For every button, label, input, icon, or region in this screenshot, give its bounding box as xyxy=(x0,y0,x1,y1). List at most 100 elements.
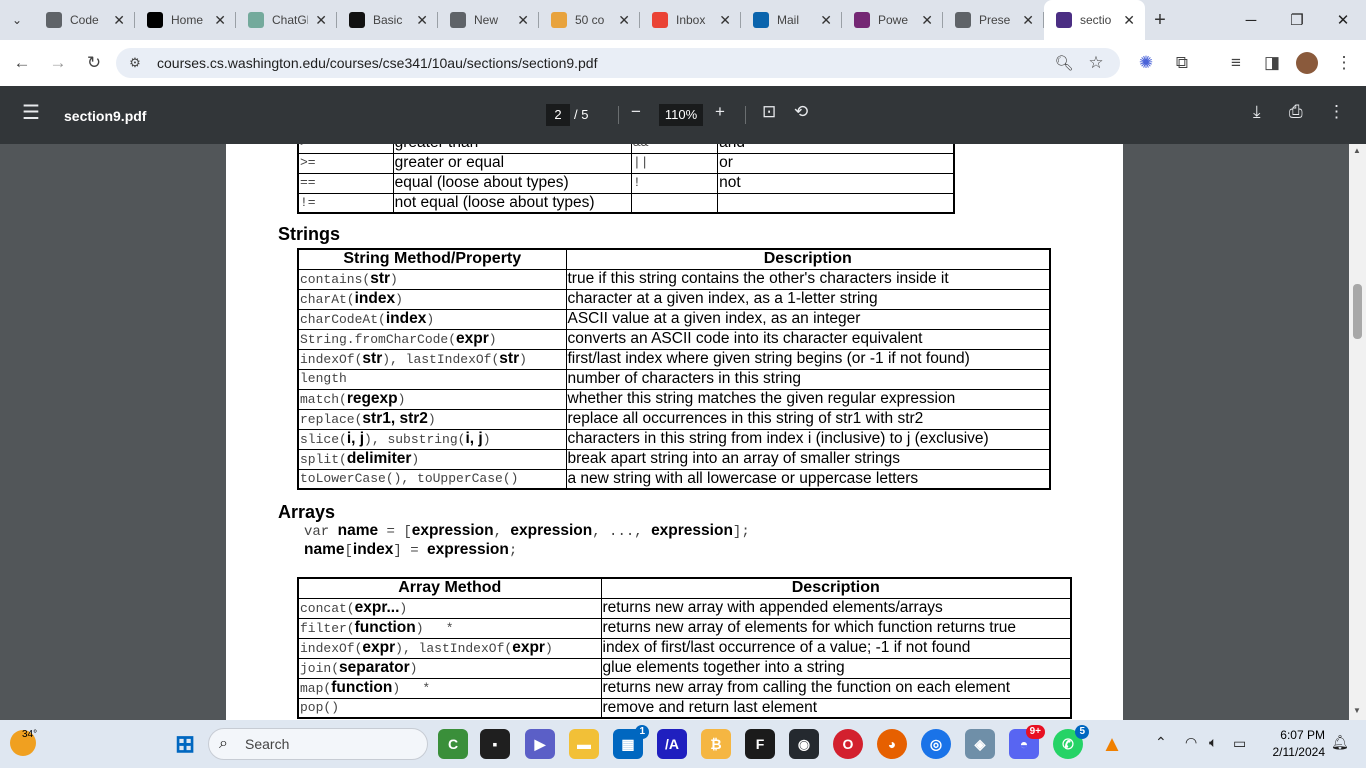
site-info-icon[interactable]: ⚙ xyxy=(120,48,150,78)
app-icon[interactable]: /A xyxy=(657,729,687,759)
description-cell: whether this string matches the given re… xyxy=(565,388,1051,410)
github-icon[interactable]: ◉ xyxy=(789,729,819,759)
media-control-icon[interactable]: ≡ xyxy=(1221,48,1251,78)
whatsapp-icon[interactable]: ✆ 5 xyxy=(1053,725,1089,759)
clock-time[interactable]: 6:07 PM xyxy=(1265,728,1325,742)
tab-close-icon[interactable]: ✕ xyxy=(719,12,731,29)
column-header: Array Method xyxy=(297,577,602,599)
tab-label: New xyxy=(474,13,499,27)
search-placeholder: Search xyxy=(245,736,290,752)
tab-close-icon[interactable]: ✕ xyxy=(214,12,226,29)
tab-close-icon[interactable]: ✕ xyxy=(921,12,933,29)
image-icon xyxy=(551,12,567,28)
url-text[interactable]: courses.cs.washington.edu/courses/cse341… xyxy=(157,55,598,71)
clock-date[interactable]: 2/11/2024 xyxy=(1255,745,1326,759)
table-cell: && xyxy=(630,144,719,154)
tab-close-icon[interactable]: ✕ xyxy=(517,12,529,29)
chrome-icon[interactable]: ◎ xyxy=(921,729,951,759)
app-icon[interactable]: ◈ xyxy=(965,729,995,759)
tab-search-button[interactable]: ⌄ xyxy=(0,0,34,40)
table-cell: not equal (loose about types) xyxy=(392,192,633,214)
app-icon xyxy=(349,12,365,28)
table-header-row: String Method/Property Description xyxy=(297,248,1051,270)
zoom-icon[interactable]: 🔍︎ xyxy=(1049,48,1079,78)
vlc-icon[interactable]: ▲ xyxy=(1097,729,1127,759)
tab-close-icon[interactable]: ✕ xyxy=(618,12,630,29)
wifi-icon[interactable]: ◠ xyxy=(1185,734,1197,751)
minimize-button[interactable]: ─ xyxy=(1228,0,1274,40)
tab-close-icon[interactable]: ✕ xyxy=(416,12,428,29)
more-options-icon[interactable]: ⋮ xyxy=(1328,102,1345,122)
scroll-down-icon[interactable]: ▼ xyxy=(1353,706,1361,715)
tab-close-icon[interactable]: ✕ xyxy=(113,12,125,29)
page-number-input[interactable]: 2 xyxy=(546,104,570,126)
start-windows-icon[interactable]: ⊞ xyxy=(170,729,200,759)
zoom-input[interactable]: 110% xyxy=(659,104,703,126)
arrays-heading: Arrays xyxy=(278,502,336,522)
speaker-icon[interactable]: 🔈︎ xyxy=(1209,734,1217,751)
pdf-viewer[interactable]: >greater than&&and>=greater or equal||or… xyxy=(0,144,1366,720)
vertical-scrollbar[interactable]: ▲ ▼ xyxy=(1349,144,1366,720)
firefox-icon[interactable]: ◕ xyxy=(877,729,907,759)
copilot-icon[interactable]: C xyxy=(438,729,468,759)
tab-4[interactable]: New ✕ xyxy=(438,0,539,40)
whatsapp-badge: 5 xyxy=(1075,725,1089,739)
tab-close-icon[interactable]: ✕ xyxy=(1022,12,1034,29)
hamburger-menu-icon[interactable]: ☰ xyxy=(22,100,40,125)
zoom-in-icon[interactable]: + xyxy=(715,102,725,122)
opera-icon[interactable]: O xyxy=(833,729,863,759)
table-row: String.fromCharCode(expr) converts an ASC… xyxy=(297,328,1051,350)
store-icon[interactable]: ▦ 1 xyxy=(613,725,649,759)
extensions-puzzle-icon[interactable]: ⧉ xyxy=(1167,48,1197,78)
zoom-out-icon[interactable]: − xyxy=(631,102,641,122)
notification-bell-icon[interactable]: 🔔︎ xyxy=(1331,734,1349,751)
table-cell: != xyxy=(297,192,394,214)
table-cell: or xyxy=(717,152,955,174)
bookmark-star-icon[interactable]: ☆ xyxy=(1081,48,1111,78)
tab-3[interactable]: Basic ✕ xyxy=(337,0,438,40)
outlook-icon xyxy=(753,12,769,28)
tab-close-icon[interactable]: ✕ xyxy=(820,12,832,29)
battery-icon[interactable]: ▭ xyxy=(1233,735,1246,752)
strings-table: String Method/Property Description contain… xyxy=(297,248,1051,490)
tab-7[interactable]: Mail ✕ xyxy=(741,0,842,40)
discord-icon[interactable]: ◓ 9+ xyxy=(1009,725,1045,759)
task-view-icon[interactable]: ▪ xyxy=(480,729,510,759)
table-cell: || xyxy=(630,152,719,174)
file-explorer-icon[interactable]: ▬ xyxy=(569,729,599,759)
taskbar-search[interactable] xyxy=(208,728,428,760)
download-icon[interactable]: ⤓ xyxy=(1253,102,1261,122)
rotate-icon[interactable]: ⟲ xyxy=(794,102,808,122)
avatar[interactable] xyxy=(1292,48,1322,78)
reload-button[interactable]: ↻ xyxy=(79,48,109,78)
chevron-up-icon[interactable]: ⌃ xyxy=(1155,734,1167,751)
fit-page-icon[interactable]: ⊡ xyxy=(762,102,776,122)
extension-icon[interactable]: ✺ xyxy=(1131,48,1161,78)
chrome-menu-icon[interactable]: ⋮ xyxy=(1329,48,1359,78)
close-window-button[interactable]: ✕ xyxy=(1320,0,1366,40)
scrollbar-thumb[interactable] xyxy=(1353,284,1362,339)
tab-1[interactable]: Home ✕ xyxy=(135,0,236,40)
side-panel-icon[interactable]: ◨ xyxy=(1257,48,1287,78)
tab-close-icon[interactable]: ✕ xyxy=(315,12,327,29)
scroll-up-icon[interactable]: ▲ xyxy=(1353,146,1361,155)
tab-0[interactable]: Code ✕ xyxy=(34,0,135,40)
restore-button[interactable]: ❐ xyxy=(1274,0,1320,40)
description-cell: first/last index where given string begi… xyxy=(565,348,1051,370)
tab-6[interactable]: Inbox ✕ xyxy=(640,0,741,40)
tab-5[interactable]: 50 co ✕ xyxy=(539,0,640,40)
new-tab-button[interactable]: + xyxy=(1145,9,1175,32)
teams-icon[interactable]: ▶ xyxy=(525,729,555,759)
forward-button[interactable]: → xyxy=(43,48,73,78)
figma-icon[interactable]: F xyxy=(745,729,775,759)
tab-close-icon[interactable]: ✕ xyxy=(1123,12,1135,29)
tab-2[interactable]: ChatGPT ✕ xyxy=(236,0,337,40)
bitcoin-icon[interactable]: ₿ xyxy=(701,729,731,759)
tab-9[interactable]: Prese ✕ xyxy=(943,0,1044,40)
back-button[interactable]: ← xyxy=(7,48,37,78)
tab-label: 50 co xyxy=(575,13,605,27)
tab-8[interactable]: Powe ✕ xyxy=(842,0,943,40)
print-icon[interactable]: ⎙ xyxy=(1289,102,1303,122)
array-syntax-line-1: var name = [expression, expression, ...,… xyxy=(304,522,750,540)
tab-10[interactable]: sectio ✕ xyxy=(1044,0,1145,40)
